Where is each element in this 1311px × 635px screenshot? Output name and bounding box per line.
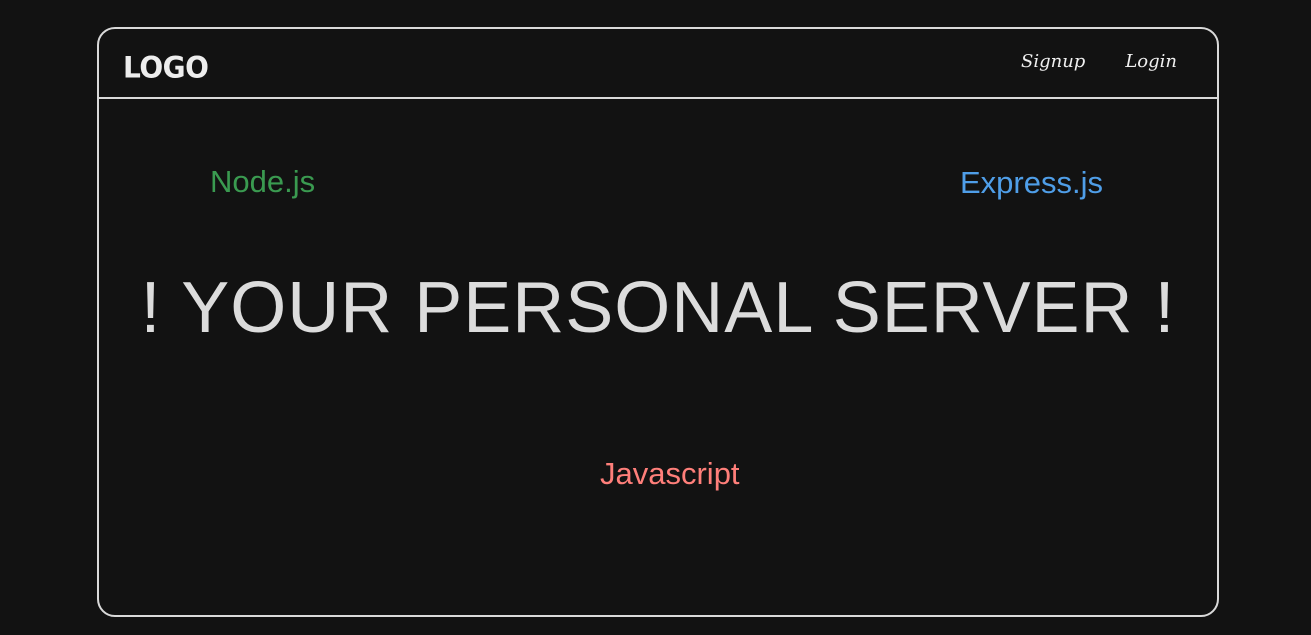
signup-link[interactable]: Signup [1021, 51, 1085, 72]
hero-headline: ! YOUR PERSONAL SERVER ! [140, 268, 1176, 348]
tag-expressjs: Express.js [960, 165, 1103, 200]
login-link[interactable]: Login [1125, 51, 1177, 72]
navbar: LOGO Signup Login [99, 29, 1217, 99]
page-frame: LOGO Signup Login Node.js Express.js ! Y… [97, 27, 1219, 617]
nav-links: Signup Login [1021, 51, 1177, 72]
tag-nodejs: Node.js [210, 164, 316, 199]
logo[interactable]: LOGO [123, 50, 209, 85]
tag-javascript: Javascript [600, 456, 740, 491]
